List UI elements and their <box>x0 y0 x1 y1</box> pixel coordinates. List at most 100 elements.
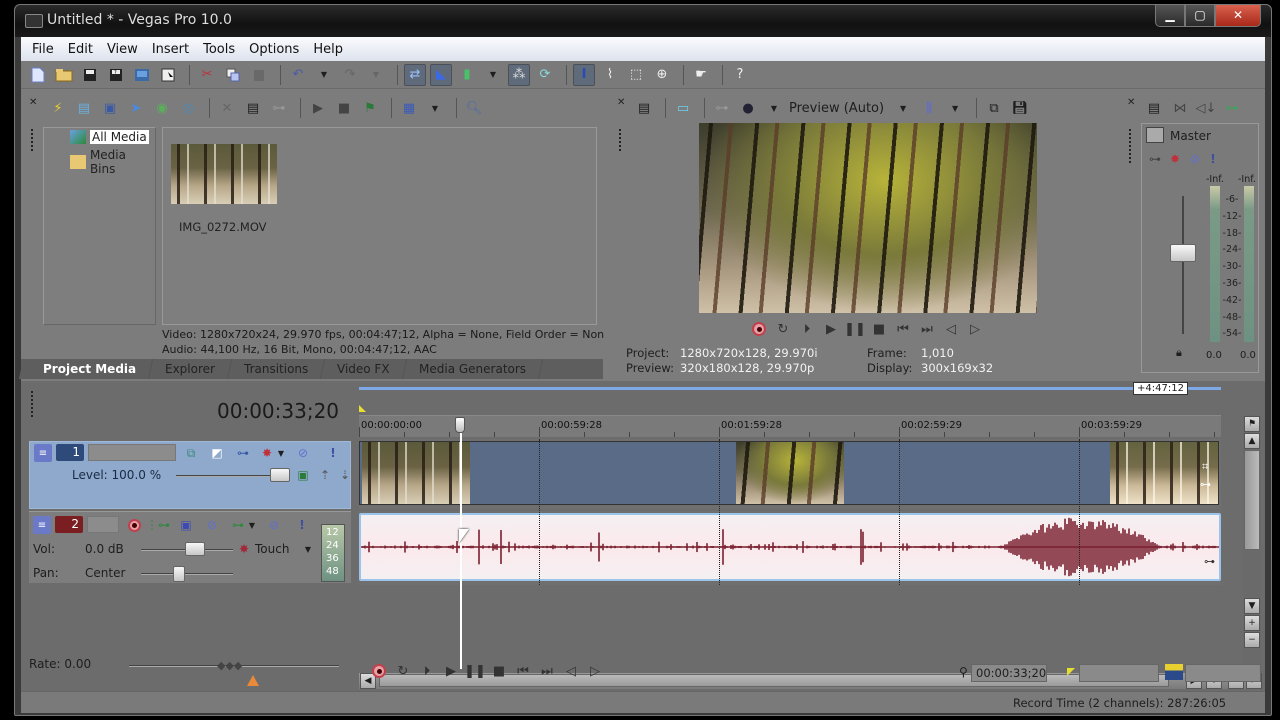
scroll-down-button[interactable]: ▼ <box>1244 598 1260 614</box>
selection-length-field[interactable] <box>1185 664 1261 682</box>
solo-icon[interactable]: ! <box>324 444 342 462</box>
preview-grip[interactable] <box>619 129 623 151</box>
master-solo-icon[interactable]: ! <box>1204 150 1222 168</box>
play-button[interactable]: ▶ <box>439 661 463 681</box>
play-from-start-button[interactable]: ⏵ <box>795 319 819 339</box>
copy-snapshot-icon[interactable]: ⧉ <box>983 97 1005 119</box>
zoom-tool-icon[interactable]: ⊕ <box>651 64 673 86</box>
playhead-handle[interactable] <box>455 417 465 433</box>
make-compositing-parent-icon[interactable]: ⇣ <box>336 466 354 484</box>
rate-slider-knob[interactable]: ◆◆◆ <box>217 659 242 672</box>
invert-phase-icon[interactable]: ▣ <box>177 516 195 534</box>
selection-start-field[interactable] <box>1079 664 1159 682</box>
normal-edit-tool-icon[interactable]: I <box>573 63 595 86</box>
previous-frame-button[interactable]: ◁ <box>939 319 963 339</box>
close-panel-icon[interactable]: ✕ <box>29 97 37 108</box>
snapping-icon[interactable]: ⟳ <box>534 64 556 86</box>
pause-button[interactable]: ❚❚ <box>843 319 867 339</box>
tab-media-generators[interactable]: Media Generators <box>402 359 544 379</box>
close-button[interactable]: ✕ <box>1215 5 1261 27</box>
import-media-icon[interactable]: ⚡ <box>47 97 69 119</box>
views-dropdown-icon[interactable]: ▼ <box>424 97 446 119</box>
redo-icon[interactable]: ↷ <box>339 64 361 86</box>
new-file-icon[interactable] <box>27 64 49 86</box>
close-preview-icon[interactable]: ✕ <box>617 97 625 108</box>
tab-project-media[interactable]: Project Media <box>18 359 154 379</box>
selection-tool-icon[interactable]: ⬚ <box>625 64 647 86</box>
extract-audio-icon[interactable]: ➤ <box>125 97 147 119</box>
envelope-tool-icon[interactable]: ⌇ <box>599 64 621 86</box>
media-thumbnail[interactable] <box>171 144 277 204</box>
external-monitor-icon[interactable]: ▭ <box>672 97 694 119</box>
fader-lock-icon[interactable]: 🔒︎ <box>1176 346 1182 360</box>
whats-this-help-icon[interactable]: ? <box>729 64 751 86</box>
go-to-end-button[interactable]: ⏭ <box>535 661 559 681</box>
quality-dropdown-icon[interactable]: ▼ <box>892 97 914 119</box>
media-properties-icon[interactable]: ▤ <box>242 97 264 119</box>
views-icon[interactable]: ▦ <box>398 97 420 119</box>
auto-crossfade-icon[interactable]: ⁂ <box>508 63 530 86</box>
stop-media-icon[interactable]: ■ <box>333 97 355 119</box>
solo-icon[interactable]: ! <box>293 516 311 534</box>
stop-button[interactable]: ■ <box>867 319 891 339</box>
audio-fx-icon[interactable]: ⊘ <box>203 516 221 534</box>
record-button[interactable] <box>367 661 391 681</box>
pause-button[interactable]: ❚❚ <box>463 661 487 681</box>
enable-snapping-icon[interactable]: ☛ <box>690 64 712 86</box>
tab-explorer[interactable]: Explorer <box>148 359 233 379</box>
scroll-up-button[interactable]: ▲ <box>1244 433 1260 449</box>
track-name-field[interactable] <box>87 516 119 533</box>
collapse-track-icon[interactable]: ≡ <box>33 516 51 534</box>
menu-insert[interactable]: Insert <box>145 42 196 57</box>
composite-child-icon[interactable]: ▣ <box>294 466 312 484</box>
video-track-header[interactable]: ≡ 1 ⧉ ◩ ⊶ ✸ ▼ ⊘ ! Level: 100.0 % ▣ ⇡ ⇣ <box>29 441 351 509</box>
go-to-end-button[interactable]: ⏭ <box>915 319 939 339</box>
menu-help[interactable]: Help <box>306 42 350 57</box>
play-media-icon[interactable]: ▶ <box>307 97 329 119</box>
media-filename[interactable]: IMG_0272.MOV <box>179 220 267 234</box>
go-to-start-button[interactable]: ⏮ <box>891 319 915 339</box>
collapse-track-icon[interactable]: ≡ <box>34 444 52 462</box>
audio-track-lane[interactable]: ⊶ <box>359 511 1221 585</box>
tab-video-fx[interactable]: Video FX <box>321 359 408 379</box>
loop-region-bar[interactable] <box>359 387 1221 390</box>
master-fx-settings-icon[interactable]: ✸ <box>1166 150 1184 168</box>
make-compositing-child-icon[interactable]: ⇡ <box>316 466 334 484</box>
tab-transitions[interactable]: Transitions <box>227 359 326 379</box>
save-as-icon[interactable]: ? <box>105 64 127 86</box>
preview-properties-icon[interactable]: ▤ <box>633 97 655 119</box>
close-mixer-icon[interactable]: ✕ <box>1127 97 1135 108</box>
split-dropdown-icon[interactable]: ▼ <box>763 97 785 119</box>
redo-dropdown-icon[interactable]: ▼ <box>365 64 387 86</box>
downmix-icon[interactable]: ⋈ <box>1169 97 1191 119</box>
mixer-properties-icon[interactable]: ▤ <box>1143 97 1165 119</box>
auto-ripple-icon[interactable]: ⇄ <box>404 63 426 86</box>
video-fx-icon[interactable]: ⊶ <box>711 97 733 119</box>
pan-slider-track[interactable] <box>141 573 233 575</box>
master-bus-icon[interactable] <box>1146 127 1164 143</box>
arm-record-icon[interactable] <box>125 516 143 534</box>
minimize-button[interactable]: ▁ <box>1155 5 1185 27</box>
loop-playback-button[interactable]: ↻ <box>771 319 795 339</box>
automation-settings-icon[interactable]: ✸ <box>235 540 253 558</box>
menu-options[interactable]: Options <box>242 42 306 57</box>
next-frame-button[interactable]: ▷ <box>963 319 987 339</box>
event-pan-crop-icon[interactable]: ⌗ <box>1202 460 1208 474</box>
input-bus-icon[interactable]: ⋮⊶ <box>146 516 170 534</box>
render-as-icon[interactable] <box>131 64 153 86</box>
save-icon[interactable] <box>79 64 101 86</box>
menu-edit[interactable]: Edit <box>61 42 100 57</box>
tree-item-all-media[interactable]: All Media <box>70 130 149 144</box>
menu-tools[interactable]: Tools <box>196 42 242 57</box>
pan-slider-knob[interactable] <box>173 566 185 582</box>
master-fader[interactable] <box>1170 244 1196 262</box>
cut-icon[interactable]: ✂ <box>196 64 218 86</box>
preview-quality-select[interactable]: Preview (Auto) <box>789 101 884 116</box>
zoom-out-vertical-button[interactable]: − <box>1244 632 1260 648</box>
timeline-ruler[interactable]: 00:00:00:00 00:00:59:28 00:01:59:28 00:0… <box>359 415 1221 437</box>
scroll-thumb[interactable] <box>1244 450 1260 550</box>
track-name-field[interactable] <box>88 444 176 461</box>
marker-flag-button[interactable]: ⚑ <box>1244 416 1260 432</box>
mute-icon[interactable]: ⊘ <box>265 516 283 534</box>
vol-slider-knob[interactable] <box>185 542 205 556</box>
